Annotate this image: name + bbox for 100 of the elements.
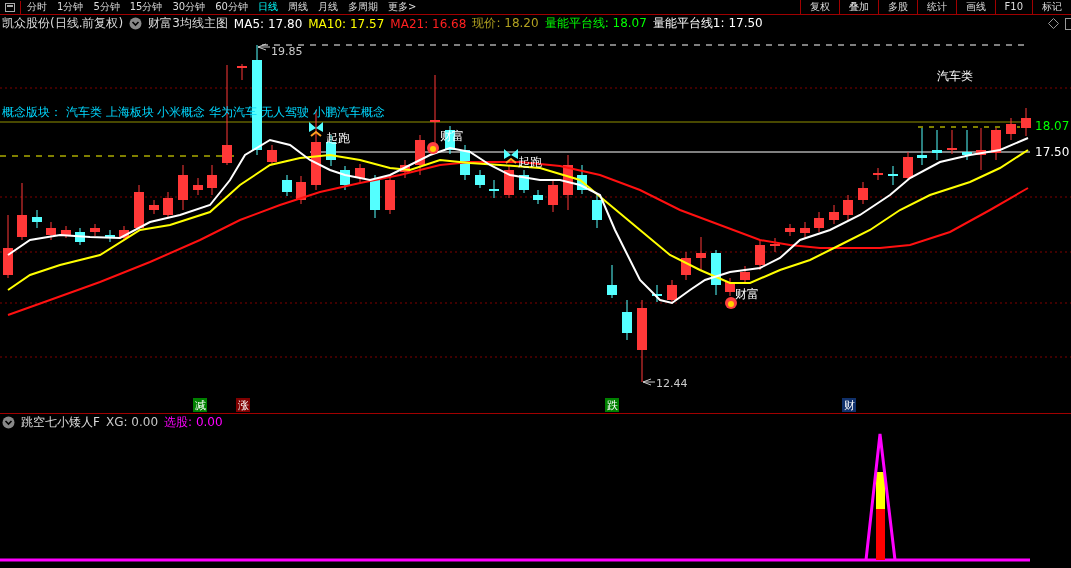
candlestick xyxy=(652,284,662,303)
indicator-value: MA5: 17.80 xyxy=(233,16,303,31)
candlestick xyxy=(1021,107,1031,137)
candlestick xyxy=(385,175,395,215)
signal-label: 财富 xyxy=(735,287,759,301)
candlestick xyxy=(475,169,485,189)
candlestick xyxy=(75,227,85,246)
candlestick xyxy=(61,225,71,239)
candlestick xyxy=(755,239,765,271)
candlestick xyxy=(725,277,735,297)
candlestick xyxy=(667,279,677,305)
indicator-value: 量能平台线: 18.07 xyxy=(544,15,647,32)
candlestick xyxy=(90,223,100,237)
candlestick xyxy=(340,165,350,191)
candlestick xyxy=(32,209,42,229)
dropdown-icon[interactable] xyxy=(2,415,15,429)
candlestick xyxy=(903,151,913,181)
candlestick xyxy=(770,237,780,253)
low-arrow-icon xyxy=(642,378,656,386)
candlestick xyxy=(917,127,927,166)
candlestick xyxy=(105,229,115,243)
low-price-label: 12.44 xyxy=(656,377,688,390)
candlestick xyxy=(282,174,292,197)
period-tab[interactable]: 周线 xyxy=(287,0,308,14)
candlestick xyxy=(355,163,365,183)
candlestick xyxy=(563,154,573,211)
signal-label: 起跑 xyxy=(326,131,350,145)
period-tab[interactable]: 更多> xyxy=(387,0,417,14)
candlestick xyxy=(504,164,514,199)
candlestick xyxy=(829,204,839,225)
candlestick xyxy=(134,184,144,231)
candlestick xyxy=(696,236,706,271)
candlestick xyxy=(1006,117,1016,141)
indicator-value: 选股: 0.00 xyxy=(164,413,223,431)
indicator-value: 现价: 18.20 xyxy=(472,15,539,32)
indicator-name: 财富3均线主图 xyxy=(148,15,228,32)
coin-icon xyxy=(725,297,737,309)
period-tab[interactable]: 30分钟 xyxy=(172,0,206,14)
high-arrow-icon xyxy=(257,43,271,51)
high-price-label: 19.85 xyxy=(271,45,303,58)
indicator-value: 量能平台线1: 17.50 xyxy=(652,15,763,32)
candlestick xyxy=(976,127,986,171)
candlestick xyxy=(947,129,957,155)
candlestick xyxy=(519,169,529,194)
candlestick xyxy=(460,144,470,181)
candlestick xyxy=(207,164,217,196)
candlestick xyxy=(17,182,27,241)
candlestick xyxy=(119,225,129,241)
period-tab[interactable]: 15分钟 xyxy=(129,0,163,14)
candlestick xyxy=(785,223,795,237)
sector-label: 汽车类 xyxy=(937,69,973,83)
candlestick xyxy=(237,63,247,81)
period-tab[interactable]: 月线 xyxy=(317,0,338,14)
marker-label: 财 xyxy=(843,399,855,412)
candlestick xyxy=(607,264,617,299)
candlestick xyxy=(888,165,898,186)
window-icon[interactable] xyxy=(5,2,15,12)
candlestick xyxy=(843,194,853,221)
candlestick xyxy=(577,164,587,195)
candlestick xyxy=(858,181,868,205)
marker-label: 涨 xyxy=(237,399,249,412)
period-tab[interactable]: 分时 xyxy=(27,0,47,14)
indicator-name: 跳空七小矮人F xyxy=(21,413,100,431)
candlestick xyxy=(3,214,13,279)
candlestick xyxy=(370,174,380,219)
candlestick xyxy=(681,251,691,281)
candlestick xyxy=(163,191,173,219)
indicator-value: XG: 0.00 xyxy=(105,415,158,429)
stock-title: 凯众股份(日线.前复权) xyxy=(2,15,124,32)
candlestick xyxy=(814,211,824,233)
candlestick xyxy=(149,199,159,215)
diamond-icon[interactable] xyxy=(1048,18,1059,29)
candlestick xyxy=(711,249,721,296)
candlestick xyxy=(489,179,499,199)
marker-label: 减 xyxy=(194,399,206,412)
butterfly-icon xyxy=(309,122,323,137)
coin-icon xyxy=(427,142,439,154)
candlestick xyxy=(592,194,602,229)
indicator-value: MA21: 16.68 xyxy=(390,16,467,31)
candlestick xyxy=(622,299,632,341)
candlestick xyxy=(548,179,558,213)
marker-label: 跌 xyxy=(606,399,618,412)
candlestick xyxy=(991,127,1001,161)
candlestick xyxy=(46,221,56,241)
period-tab[interactable]: 多周期 xyxy=(347,0,378,14)
candlestick xyxy=(415,134,425,176)
indicator-value: MA10: 17.57 xyxy=(308,16,385,31)
period-tab[interactable]: 日线 xyxy=(257,0,278,14)
period-tab[interactable]: 5分钟 xyxy=(93,0,120,14)
candlestick xyxy=(296,175,306,205)
candlestick xyxy=(400,159,410,179)
dropdown-icon[interactable] xyxy=(129,17,143,30)
candlestick xyxy=(962,129,972,161)
period-tab[interactable]: 1分钟 xyxy=(57,0,84,14)
candlestick xyxy=(533,189,543,205)
candlestick xyxy=(193,177,203,196)
candlestick xyxy=(178,164,188,211)
price-level-label: 18.07 xyxy=(1035,119,1070,133)
period-tab[interactable]: 60分钟 xyxy=(215,0,248,14)
candlestick xyxy=(740,265,750,285)
